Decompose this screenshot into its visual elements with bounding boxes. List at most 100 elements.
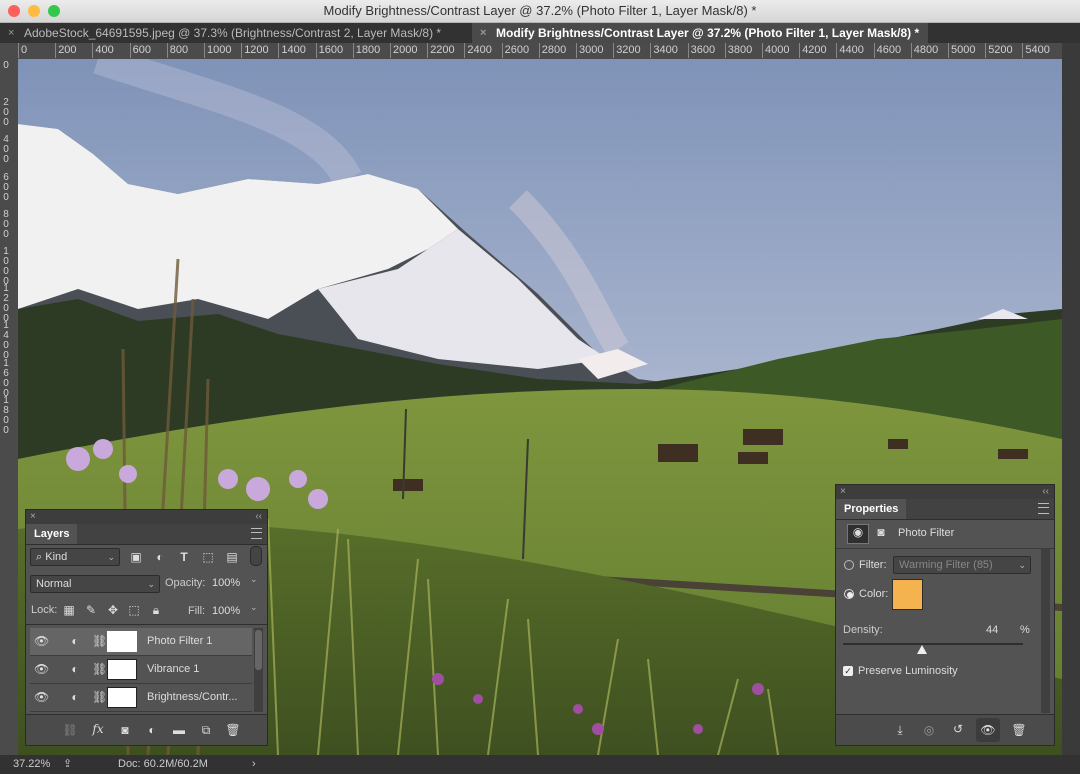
- collapse-panel-icon[interactable]: ‹‹: [255, 510, 262, 524]
- trash-icon[interactable]: 🗑︎: [1010, 723, 1028, 737]
- blend-mode-dropdown[interactable]: Normal ⌄: [30, 575, 160, 593]
- ruler-tick-label: 1600: [3, 357, 9, 399]
- share-icon[interactable]: ⇪: [63, 755, 72, 774]
- close-tab-icon[interactable]: ×: [480, 23, 486, 43]
- close-panel-icon[interactable]: ×: [840, 485, 846, 499]
- zoom-window-button[interactable]: [48, 5, 60, 17]
- chevron-down-icon[interactable]: ⌄: [250, 602, 258, 613]
- link-icon[interactable]: ⛓︎: [92, 662, 107, 676]
- lock-image-pixels-icon[interactable]: ✎: [84, 603, 98, 617]
- layer-mask-thumbnail[interactable]: [107, 631, 137, 652]
- layer-mask-thumbnail[interactable]: [107, 659, 137, 680]
- ruler-tick-label: 200: [55, 43, 77, 58]
- visibility-eye-icon[interactable]: 👁︎: [34, 690, 49, 704]
- search-icon: ⌕: [36, 551, 43, 563]
- smart-object-filter-icon[interactable]: ▤: [225, 550, 239, 564]
- collapse-panel-icon[interactable]: ‹‹: [1042, 485, 1049, 499]
- trash-icon[interactable]: 🗑︎: [225, 723, 241, 737]
- panel-menu-icon[interactable]: [251, 528, 262, 539]
- color-swatch[interactable]: [892, 579, 923, 610]
- kind-filter-dropdown[interactable]: ⌕ Kind ⌄: [30, 548, 120, 566]
- ruler-tick-label: 3600: [687, 43, 715, 58]
- fill-label: Fill:: [188, 605, 206, 617]
- opacity-value[interactable]: 100%: [212, 577, 240, 589]
- ruler-tick-label: 0: [3, 60, 9, 71]
- lock-position-icon[interactable]: ✥: [106, 603, 120, 617]
- adjustment-filter-icon[interactable]: ◐: [153, 550, 167, 564]
- scrollbar-thumb[interactable]: [255, 630, 262, 670]
- tab-properties[interactable]: Properties: [836, 499, 907, 519]
- image-filter-icon[interactable]: ▣: [129, 550, 143, 564]
- color-label: Color:: [859, 588, 889, 600]
- properties-scrollbar[interactable]: [1041, 548, 1050, 713]
- zoom-level[interactable]: 37.22%: [13, 755, 50, 774]
- ruler-tick-label: 3800: [724, 43, 752, 58]
- ruler-tick-label: 5000: [948, 43, 975, 58]
- new-group-folder-icon[interactable]: ▬: [171, 723, 187, 737]
- preserve-luminosity-checkbox[interactable]: ✓: [843, 666, 853, 676]
- ruler-tick-label: 600: [3, 171, 9, 203]
- opacity-label: Opacity:: [165, 577, 206, 589]
- lock-artboard-icon[interactable]: ⬚: [127, 603, 141, 617]
- layer-mask-thumbnail[interactable]: [107, 687, 137, 708]
- chevron-down-icon[interactable]: ⌄: [250, 574, 258, 585]
- layer-row-photo-filter[interactable]: 👁︎ ◐ ⛓︎ Photo Filter 1: [30, 628, 252, 656]
- link-layers-icon[interactable]: ⛓︎: [62, 723, 78, 737]
- new-adjustment-layer-icon[interactable]: ◐: [144, 723, 160, 737]
- vertical-ruler[interactable]: 0 200 400 600 800 1000 1200 1400 1600 1800: [0, 59, 19, 755]
- layers-scrollbar[interactable]: [254, 628, 263, 712]
- density-slider-thumb[interactable]: [917, 645, 928, 654]
- layer-name[interactable]: Brightness/Contr...: [147, 691, 238, 703]
- filter-label: Filter:: [859, 559, 887, 571]
- ruler-tick-label: 1000: [204, 43, 231, 58]
- reset-icon[interactable]: ↺: [949, 722, 967, 736]
- ruler-tick-label: 3000: [576, 43, 603, 58]
- minimize-window-button[interactable]: [28, 5, 40, 17]
- filter-dropdown[interactable]: Warming Filter (85) ⌄: [893, 556, 1031, 574]
- ruler-tick-label: 4600: [873, 43, 901, 58]
- layers-panel-header: Layers: [26, 524, 267, 545]
- mask-icon[interactable]: ◙: [873, 525, 889, 539]
- visibility-eye-icon[interactable]: 👁︎: [34, 634, 49, 648]
- layer-row-vibrance[interactable]: 👁︎ ◐ ⛓︎ Vibrance 1: [30, 656, 252, 684]
- color-radio[interactable]: [844, 589, 854, 599]
- ruler-tick-label: 800: [3, 208, 9, 240]
- tab-layers[interactable]: Layers: [26, 524, 78, 544]
- close-window-button[interactable]: [8, 5, 20, 17]
- new-layer-icon[interactable]: ⧉: [198, 723, 214, 737]
- layer-name[interactable]: Vibrance 1: [147, 663, 199, 675]
- link-icon[interactable]: ⛓︎: [92, 634, 107, 648]
- visibility-eye-icon[interactable]: 👁︎: [34, 662, 49, 676]
- fill-value[interactable]: 100%: [212, 605, 240, 617]
- lock-all-icon[interactable]: 🔒︎: [149, 603, 163, 617]
- ruler-tick-label: 400: [3, 134, 9, 166]
- density-value[interactable]: 44: [986, 624, 998, 636]
- clip-to-layer-icon[interactable]: ⤓: [891, 723, 909, 737]
- toggle-visibility-eye-icon[interactable]: 👁︎: [976, 718, 1000, 742]
- density-slider-track[interactable]: [843, 643, 1023, 645]
- tab-modify-brightness[interactable]: × Modify Brightness/Contrast Layer @ 37.…: [472, 23, 928, 43]
- ruler-tick-label: 4000: [762, 43, 789, 58]
- vertical-scrollbar[interactable]: [1062, 43, 1080, 755]
- filter-toggle-switch[interactable]: [250, 546, 262, 566]
- type-filter-icon[interactable]: T: [177, 550, 191, 564]
- fx-icon[interactable]: fx: [90, 722, 106, 736]
- shape-filter-icon[interactable]: ⬚: [201, 550, 215, 564]
- status-arrow-icon[interactable]: ›: [252, 755, 256, 774]
- panel-menu-icon[interactable]: [1038, 503, 1049, 514]
- lock-transparent-pixels-icon[interactable]: ▦: [62, 603, 76, 617]
- close-panel-icon[interactable]: ×: [30, 510, 36, 524]
- view-previous-state-icon[interactable]: ◎: [920, 723, 938, 737]
- add-mask-icon[interactable]: ◙: [117, 723, 133, 737]
- ruler-tick-label: 4200: [799, 43, 827, 58]
- adjustment-camera-icon[interactable]: ◉: [847, 524, 869, 544]
- ruler-origin[interactable]: [0, 43, 18, 59]
- layer-name[interactable]: Photo Filter 1: [147, 635, 212, 647]
- close-tab-icon[interactable]: ×: [8, 23, 14, 43]
- filter-radio[interactable]: [844, 560, 854, 570]
- layer-row-brightness-contrast[interactable]: 👁︎ ◐ ⛓︎ Brightness/Contr...: [30, 684, 252, 712]
- ruler-tick-label: 4800: [910, 43, 938, 58]
- horizontal-ruler[interactable]: 0 200 400 600 800 1000 1200 1400 1600 1800 2000 220…: [18, 43, 1062, 60]
- link-icon[interactable]: ⛓︎: [92, 690, 107, 704]
- tab-adobestock[interactable]: × AdobeStock_64691595.jpeg @ 37.3% (Brig…: [0, 23, 472, 43]
